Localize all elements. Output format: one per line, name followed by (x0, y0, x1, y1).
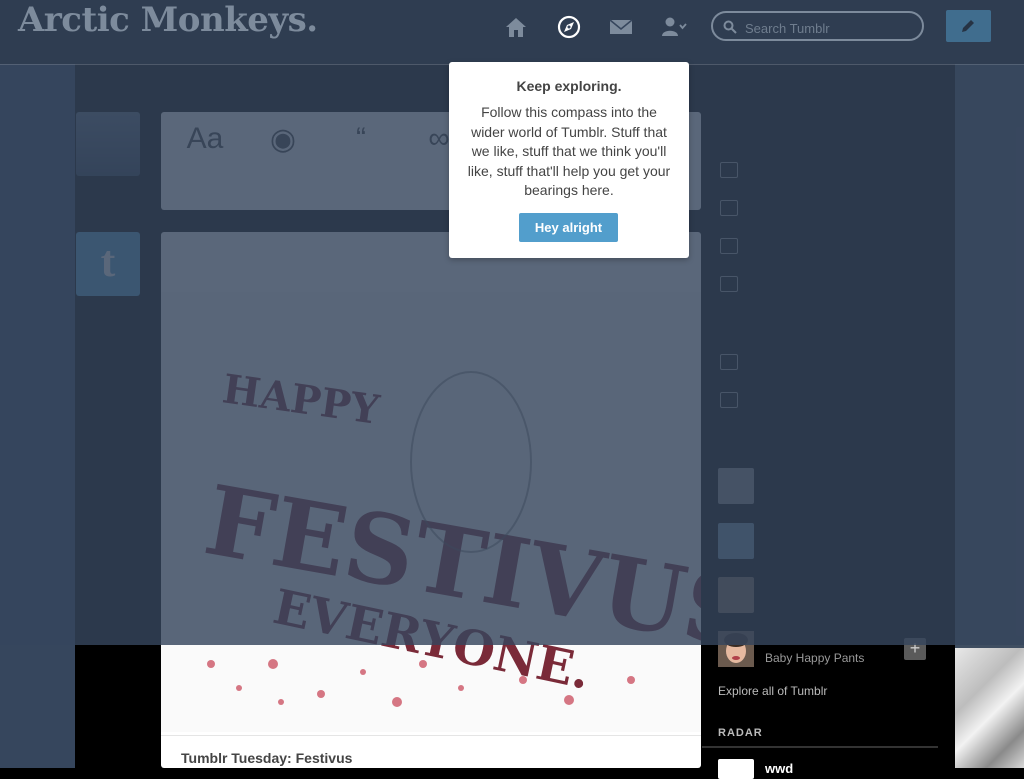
mail-icon[interactable] (608, 14, 634, 40)
explore-all-link[interactable]: Explore all of Tumblr (718, 684, 827, 698)
right-background-photo (955, 648, 1024, 768)
popover-body: Follow this compass into the wider world… (467, 104, 671, 198)
compass-icon[interactable] (556, 14, 582, 40)
pencil-icon (962, 20, 974, 32)
home-icon[interactable] (503, 14, 529, 40)
compose-button[interactable] (946, 10, 991, 42)
search-icon (723, 20, 737, 34)
popover-title: Keep exploring. (516, 78, 622, 94)
compass-tour-popover: Keep exploring. Follow this compass into… (449, 62, 689, 258)
recommended-blog-title: Baby Happy Pants (765, 651, 865, 665)
radar-heading: RADAR (718, 727, 763, 739)
search-box[interactable] (711, 11, 924, 41)
radar-divider (702, 746, 938, 748)
blog-title[interactable]: Arctic Monkeys. (18, 0, 318, 40)
radar-blog-avatar[interactable] (718, 759, 754, 779)
post-divider (161, 735, 701, 736)
radar-blog-name[interactable]: wwd (765, 761, 793, 776)
top-header: Arctic Monkeys. (0, 0, 1024, 65)
hey-alright-button[interactable]: Hey alright (519, 213, 618, 242)
post-title[interactable]: Tumblr Tuesday: Festivus (181, 750, 352, 766)
account-icon[interactable] (661, 14, 687, 40)
search-input[interactable] (743, 17, 917, 39)
